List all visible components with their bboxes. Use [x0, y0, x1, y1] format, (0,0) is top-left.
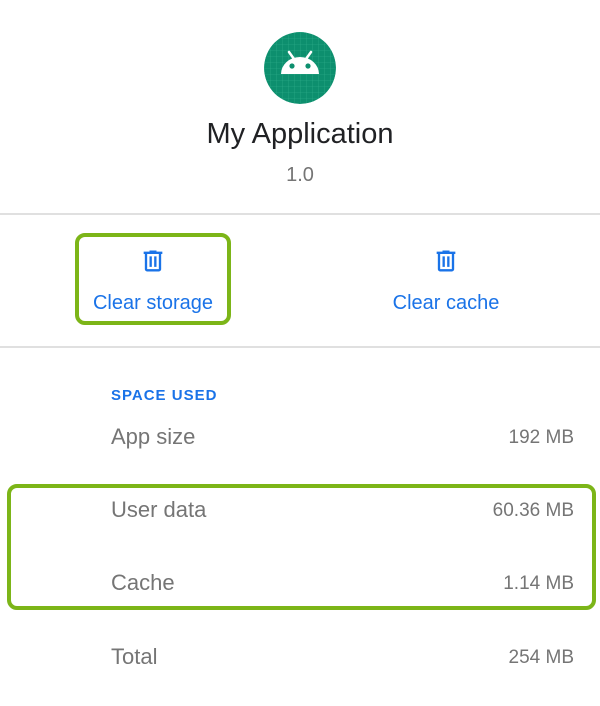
clear-storage-button[interactable]: Clear storage — [80, 236, 226, 320]
app-size-value: 192 MB — [508, 427, 574, 448]
app-version: 1.0 — [286, 164, 314, 186]
app-size-label: App size — [111, 424, 196, 449]
divider — [0, 213, 600, 215]
android-robot-icon — [264, 32, 336, 104]
app-size-row: App size 192 MB — [0, 418, 600, 458]
cache-label: Cache — [111, 570, 175, 595]
trash-icon — [436, 250, 456, 272]
clear-cache-button[interactable]: Clear cache — [380, 236, 512, 320]
user-data-label: User data — [111, 497, 207, 522]
space-used-header: SPACE USED — [111, 387, 218, 404]
clear-storage-label: Clear storage — [92, 292, 214, 314]
total-label: Total — [111, 644, 158, 669]
total-value: 254 MB — [508, 647, 574, 668]
user-data-row: User data 60.36 MB — [0, 491, 600, 531]
cache-value: 1.14 MB — [503, 573, 574, 594]
app-name: My Application — [206, 118, 394, 150]
total-row: Total 254 MB — [0, 638, 600, 678]
user-data-value: 60.36 MB — [492, 500, 574, 521]
cache-row: Cache 1.14 MB — [0, 564, 600, 604]
trash-icon — [143, 250, 163, 272]
divider — [0, 346, 600, 348]
clear-cache-label: Clear cache — [392, 292, 500, 314]
app-storage-screen: My Application 1.0 Clear storage Clear c… — [0, 0, 600, 706]
